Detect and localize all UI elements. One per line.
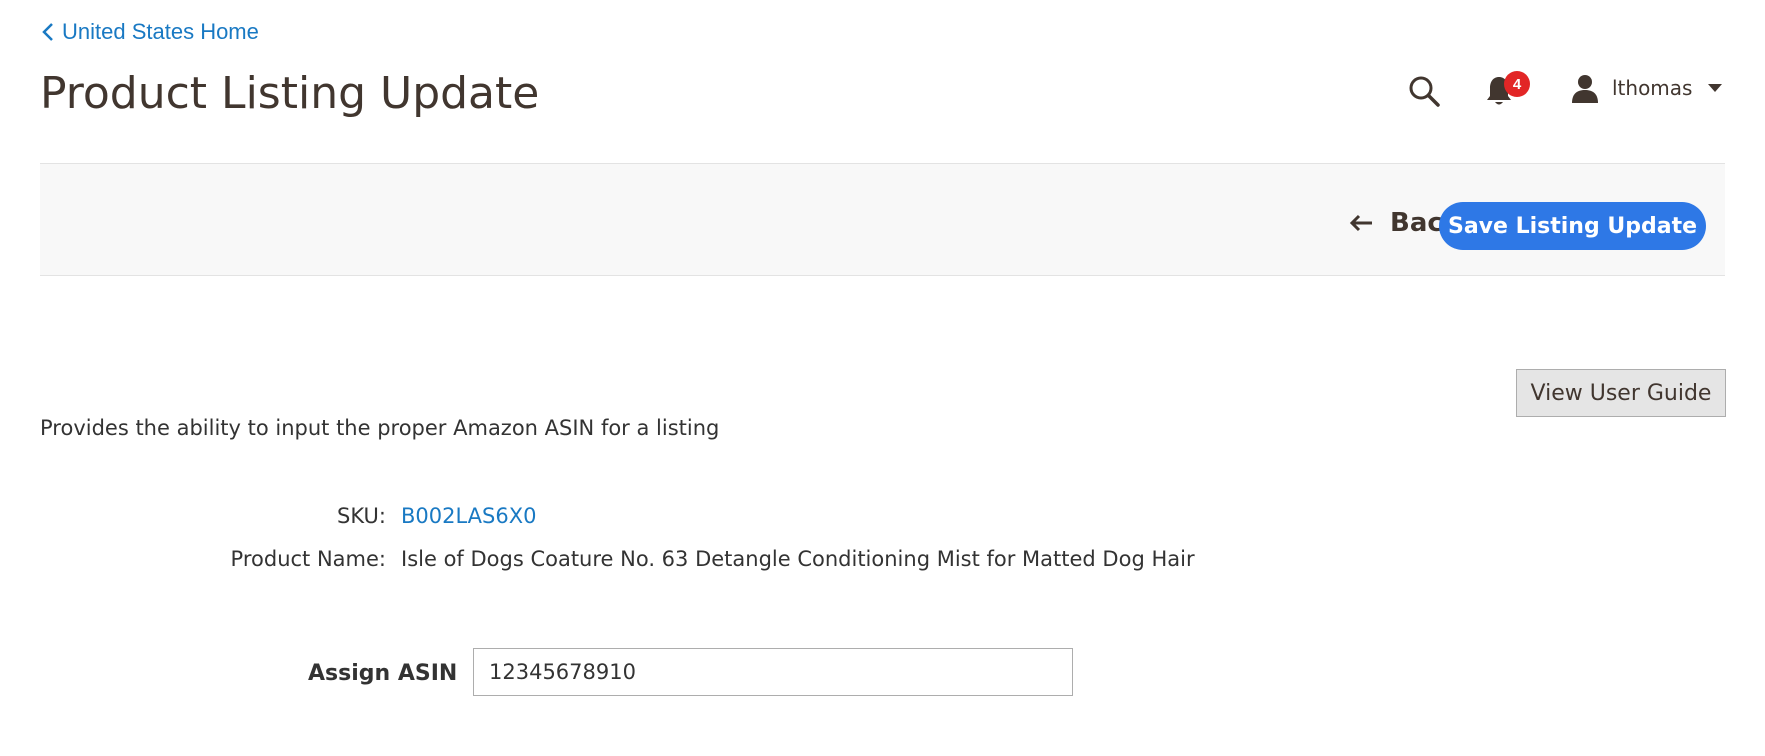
breadcrumb-home-link[interactable]: United States Home: [42, 19, 259, 45]
search-icon[interactable]: [1407, 74, 1441, 113]
product-name-label: Product Name:: [230, 547, 386, 571]
page-description: Provides the ability to input the proper…: [40, 416, 720, 440]
user-menu[interactable]: lthomas: [1570, 73, 1723, 103]
notification-count-badge: 4: [1504, 71, 1530, 97]
page-actions-bar: Back Save Listing Update: [40, 163, 1725, 276]
breadcrumb-label: United States Home: [62, 19, 259, 44]
view-user-guide-button[interactable]: View User Guide: [1516, 369, 1726, 417]
user-name: lthomas: [1612, 76, 1693, 100]
chevron-down-icon: [1708, 84, 1723, 92]
user-icon: [1572, 75, 1598, 103]
product-name-value: Isle of Dogs Coature No. 63 Detangle Con…: [401, 547, 1195, 571]
page-title: Product Listing Update: [40, 68, 540, 119]
save-listing-update-button[interactable]: Save Listing Update: [1439, 202, 1706, 250]
asin-input[interactable]: [473, 648, 1073, 696]
chevron-left-icon: [42, 23, 53, 41]
assign-asin-label: Assign ASIN: [308, 661, 458, 686]
arrow-left-icon: [1349, 214, 1372, 232]
sku-label: SKU:: [337, 504, 386, 528]
sku-link[interactable]: B002LAS6X0: [401, 504, 536, 528]
